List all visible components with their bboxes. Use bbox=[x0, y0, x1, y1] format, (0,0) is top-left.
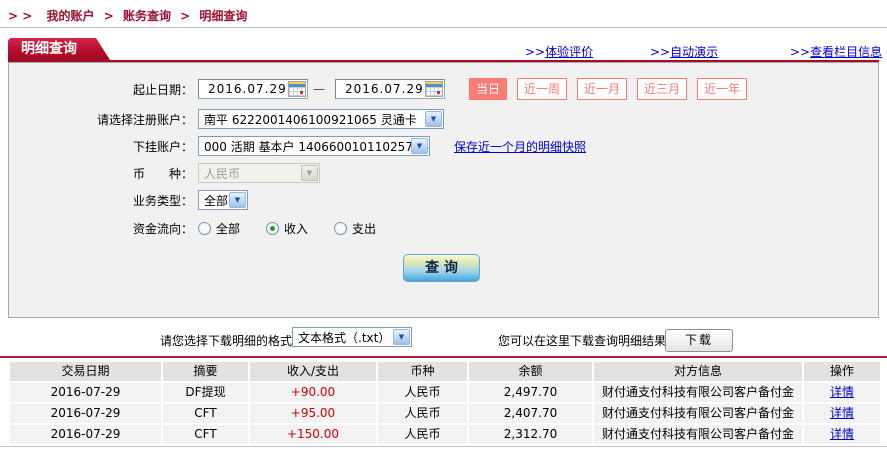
currency-label: 币 种： bbox=[132, 166, 193, 181]
date-range-label: 起止日期： bbox=[132, 82, 193, 97]
period-button-last-year[interactable]: 近一年 bbox=[697, 78, 748, 100]
business-type-row: 业务类型： 全部 ▼ bbox=[9, 189, 878, 211]
register-account-label: 请选择注册账户： bbox=[96, 112, 193, 127]
col-header-action: 操作 bbox=[804, 362, 880, 381]
breadcrumb-account-query[interactable]: 账务查询 bbox=[123, 9, 171, 23]
col-header-currency: 币种 bbox=[378, 362, 467, 381]
breadcrumb: > > 我的账户 > 账务查询 > 明细查询 bbox=[8, 7, 247, 24]
currency-row: 币 种： 人民币 ▼ bbox=[9, 162, 878, 184]
cell-action: 详情 bbox=[804, 425, 880, 444]
detail-link[interactable]: 详情 bbox=[830, 427, 854, 441]
period-button-last-3-months[interactable]: 近三月 bbox=[637, 78, 688, 100]
breadcrumb-my-account[interactable]: 我的账户 bbox=[46, 9, 94, 23]
fund-flow-option-all[interactable]: 全部 bbox=[198, 220, 240, 237]
date-to-input[interactable]: 2016.07.29 bbox=[335, 79, 445, 99]
sub-account-select[interactable]: 000 活期 基本户 1406600101102571848 ▼ bbox=[198, 136, 430, 156]
detail-query-page: > > 我的账户 > 账务查询 > 明细查询 明细查询 >>体验评价 >>自动演… bbox=[0, 0, 887, 451]
fund-flow-option-income[interactable]: 收入 bbox=[266, 220, 308, 237]
register-account-row: 请选择注册账户： 南平 6222001406100921065 灵通卡 ▼ bbox=[9, 108, 878, 130]
fund-flow-option-expense[interactable]: 支出 bbox=[334, 220, 376, 237]
sub-account-label: 下挂账户： bbox=[132, 139, 193, 154]
period-button-last-month[interactable]: 近一月 bbox=[577, 78, 628, 100]
download-format-value: 文本格式（.txt） bbox=[298, 330, 391, 345]
auto-demo-link[interactable]: >>自动演示 bbox=[650, 43, 718, 60]
cell-counterparty: 财付通支付科技有限公司客户备付金 bbox=[594, 425, 802, 444]
business-type-select[interactable]: 全部 ▼ bbox=[198, 190, 248, 210]
detail-link[interactable]: 详情 bbox=[830, 385, 854, 399]
breadcrumb-separator: > bbox=[103, 9, 114, 23]
query-button[interactable]: 查 询 bbox=[403, 254, 480, 282]
cell-date: 2016-07-29 bbox=[10, 425, 161, 444]
download-format-label: 请您选择下载明细的格式 bbox=[160, 334, 293, 348]
cell-amount: +150.00 bbox=[250, 425, 376, 444]
tab-detail-query[interactable]: 明细查询 bbox=[8, 38, 110, 60]
cell-currency: 人民币 bbox=[378, 404, 467, 423]
col-header-amount: 收入/支出 bbox=[250, 362, 376, 381]
dropdown-arrow-icon[interactable]: ▼ bbox=[393, 329, 410, 345]
download-button[interactable]: 下载 bbox=[665, 329, 733, 352]
sub-account-value: 000 活期 基本户 1406600101102571848 bbox=[204, 139, 430, 154]
register-account-select[interactable]: 南平 6222001406100921065 灵通卡 ▼ bbox=[198, 109, 444, 129]
breadcrumb-detail-query[interactable]: 明细查询 bbox=[199, 9, 247, 23]
save-snapshot-link[interactable]: 保存近一个月的明细快照 bbox=[454, 138, 586, 155]
fund-flow-label: 资金流向： bbox=[132, 221, 193, 236]
col-header-summary: 摘要 bbox=[163, 362, 248, 381]
col-header-date: 交易日期 bbox=[10, 362, 161, 381]
dropdown-arrow-icon[interactable]: ▼ bbox=[229, 192, 246, 208]
table-top-rule bbox=[0, 356, 887, 358]
cell-amount: +95.00 bbox=[250, 404, 376, 423]
cell-balance: 2,407.70 bbox=[469, 404, 592, 423]
dropdown-arrow-icon: ▼ bbox=[301, 165, 318, 181]
cell-balance: 2,497.70 bbox=[469, 383, 592, 402]
cell-balance: 2,312.70 bbox=[469, 425, 592, 444]
period-button-today[interactable]: 当日 bbox=[469, 78, 508, 100]
date-range-dash: — bbox=[313, 82, 325, 96]
date-to-value: 2016.07.29 bbox=[345, 82, 424, 96]
register-account-value: 南平 6222001406100921065 灵通卡 bbox=[204, 112, 417, 127]
business-type-label: 业务类型： bbox=[132, 193, 193, 208]
tab-label: 明细查询 bbox=[21, 41, 77, 57]
detail-link[interactable]: 详情 bbox=[830, 406, 854, 420]
col-header-balance: 余额 bbox=[469, 362, 592, 381]
dropdown-arrow-icon[interactable]: ▼ bbox=[411, 138, 428, 154]
breadcrumb-divider bbox=[0, 27, 887, 28]
cell-summary: DF提现 bbox=[163, 383, 248, 402]
cell-amount: +90.00 bbox=[250, 383, 376, 402]
currency-select: 人民币 ▼ bbox=[198, 163, 320, 183]
cell-date: 2016-07-29 bbox=[10, 383, 161, 402]
calendar-icon[interactable] bbox=[288, 81, 306, 97]
period-button-last-week[interactable]: 近一周 bbox=[517, 78, 568, 100]
column-info-link[interactable]: >>查看栏目信息 bbox=[790, 43, 882, 60]
date-from-input[interactable]: 2016.07.29 bbox=[198, 79, 308, 99]
cell-date: 2016-07-29 bbox=[10, 404, 161, 423]
date-range-row: 起止日期： 2016.07.29 — 2016.07.29 当日 近一周 近一月… bbox=[9, 78, 878, 100]
sub-account-row: 下挂账户： 000 活期 基本户 1406600101102571848 ▼ 保… bbox=[9, 135, 878, 157]
breadcrumb-separator: > bbox=[180, 9, 191, 23]
radio-checked-icon[interactable] bbox=[266, 221, 280, 235]
radio-icon[interactable] bbox=[198, 221, 211, 235]
download-hint: 您可以在这里下载查询明细结果 bbox=[498, 334, 667, 348]
cell-currency: 人民币 bbox=[378, 425, 467, 444]
cell-action: 详情 bbox=[804, 383, 880, 402]
date-from-value: 2016.07.29 bbox=[208, 82, 287, 96]
calendar-icon[interactable] bbox=[425, 81, 443, 97]
cell-counterparty: 财付通支付科技有限公司客户备付金 bbox=[594, 383, 802, 402]
query-form-panel: 起止日期： 2016.07.29 — 2016.07.29 当日 近一周 近一月… bbox=[8, 62, 879, 318]
cell-counterparty: 财付通支付科技有限公司客户备付金 bbox=[594, 404, 802, 423]
transaction-table: 交易日期 摘要 收入/支出 币种 余额 对方信息 操作 2016-07-29 D… bbox=[10, 362, 880, 444]
table-bottom-rule bbox=[0, 446, 887, 447]
currency-value: 人民币 bbox=[204, 166, 241, 181]
cell-currency: 人民币 bbox=[378, 383, 467, 402]
experience-rating-link[interactable]: >>体验评价 bbox=[525, 43, 593, 60]
cell-summary: CFT bbox=[163, 425, 248, 444]
fund-flow-row: 资金流向： 全部 收入 支出 bbox=[9, 217, 878, 239]
dropdown-arrow-icon[interactable]: ▼ bbox=[425, 111, 442, 127]
radio-icon[interactable] bbox=[334, 221, 348, 235]
breadcrumb-prefix: > > bbox=[8, 9, 33, 23]
business-type-value: 全部 bbox=[204, 193, 229, 208]
download-format-select[interactable]: 文本格式（.txt） ▼ bbox=[292, 327, 412, 347]
cell-summary: CFT bbox=[163, 404, 248, 423]
col-header-counterparty: 对方信息 bbox=[594, 362, 802, 381]
cell-action: 详情 bbox=[804, 404, 880, 423]
